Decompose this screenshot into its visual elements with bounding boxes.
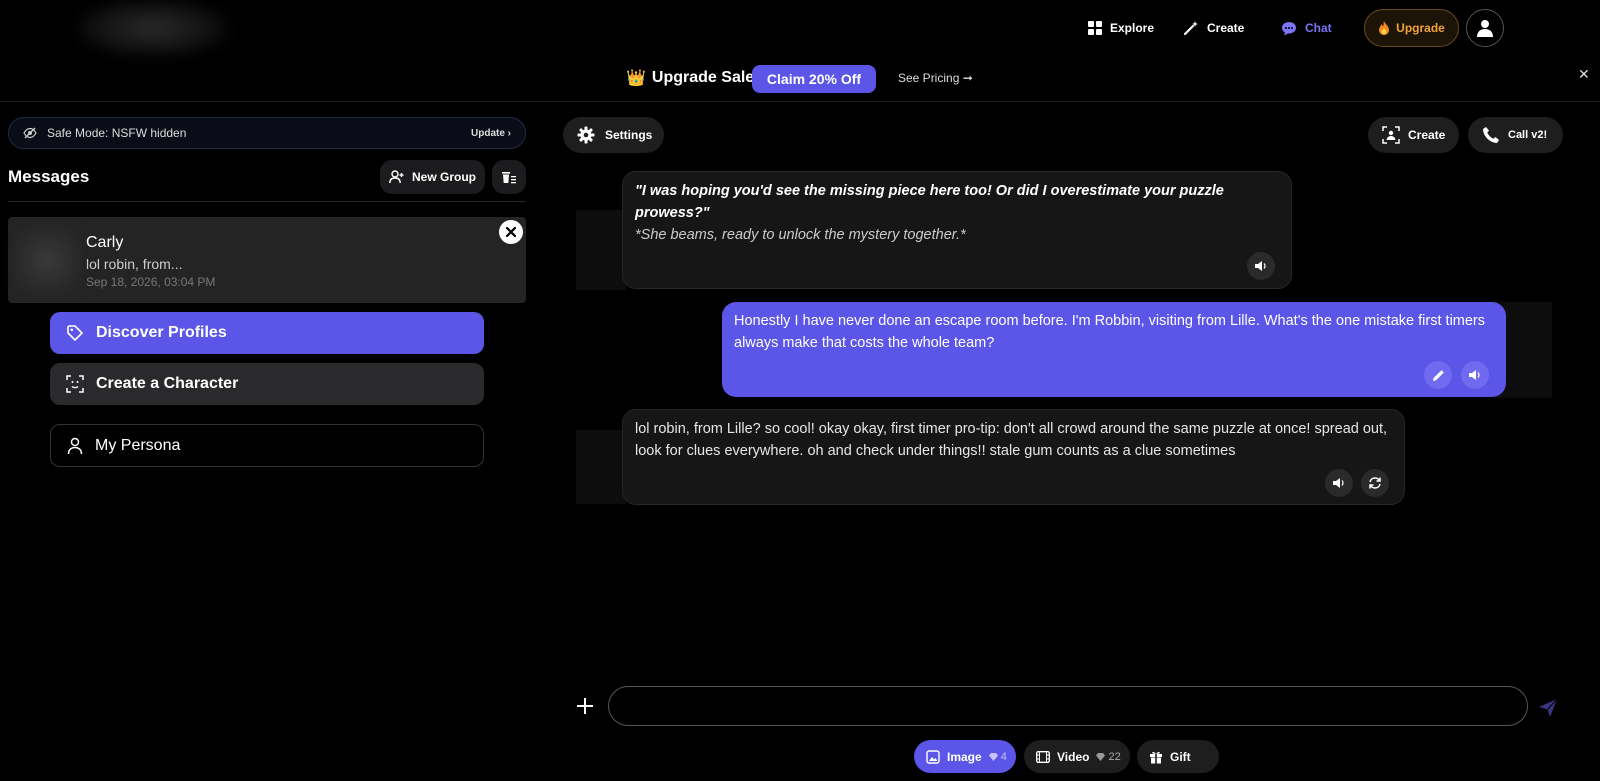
message-text: lol robin, from Lille? so cool! okay oka… bbox=[635, 421, 1388, 459]
nav-explore[interactable]: Explore bbox=[1088, 17, 1154, 39]
magic-wand-icon bbox=[1183, 20, 1199, 36]
user-icon bbox=[67, 437, 83, 455]
promo-close-icon[interactable]: ✕ bbox=[1578, 66, 1590, 83]
trash-icon bbox=[501, 170, 517, 184]
image-button[interactable]: Image 4 bbox=[914, 740, 1016, 773]
image-cost-value: 4 bbox=[1000, 750, 1007, 763]
gear-icon bbox=[577, 126, 595, 144]
gift-button[interactable]: Gift bbox=[1137, 740, 1219, 773]
new-group-label: New Group bbox=[411, 170, 476, 184]
add-user-icon bbox=[389, 170, 404, 184]
close-icon[interactable] bbox=[499, 220, 523, 244]
claim-discount-button[interactable]: Claim 20% Off bbox=[752, 65, 876, 93]
message-input[interactable] bbox=[608, 686, 1528, 726]
discover-profiles-button[interactable]: Discover Profiles bbox=[50, 312, 484, 354]
call-button[interactable]: Call v2! bbox=[1468, 117, 1563, 153]
create-character-button[interactable]: Create a Character bbox=[50, 363, 484, 405]
profile-button[interactable] bbox=[1466, 9, 1504, 47]
safe-mode-banner[interactable]: Safe Mode: NSFW hidden Update › bbox=[8, 117, 526, 149]
video-cost: 22 bbox=[1096, 750, 1121, 763]
gift-label: Gift bbox=[1170, 749, 1191, 764]
chat-bubble-icon bbox=[1281, 21, 1297, 36]
edit-icon[interactable] bbox=[1424, 361, 1452, 389]
discover-profiles-label: Discover Profiles bbox=[96, 324, 227, 341]
video-button[interactable]: Video 22 bbox=[1024, 740, 1130, 773]
delete-conversations-button[interactable] bbox=[492, 160, 526, 194]
grid-icon bbox=[1088, 21, 1102, 35]
conversation-preview: lol robin, from... bbox=[86, 256, 183, 272]
new-group-button[interactable]: New Group bbox=[380, 160, 485, 194]
user-icon bbox=[1477, 19, 1493, 37]
divider bbox=[0, 101, 1600, 102]
ai-avatar-blur bbox=[576, 210, 626, 290]
gift-icon bbox=[1149, 750, 1163, 764]
add-attachment-icon[interactable] bbox=[576, 697, 594, 715]
message-ai: lol robin, from Lille? so cool! okay oka… bbox=[622, 409, 1405, 505]
regenerate-icon[interactable] bbox=[1361, 469, 1389, 497]
face-scan-icon bbox=[66, 375, 84, 393]
upgrade-button[interactable]: Upgrade bbox=[1364, 9, 1459, 47]
call-label: Call v2! bbox=[1508, 129, 1548, 141]
logo[interactable] bbox=[78, 0, 228, 56]
crown-icon: 👑 bbox=[626, 70, 646, 87]
nav-chat[interactable]: Chat bbox=[1281, 17, 1332, 39]
film-icon bbox=[1036, 750, 1050, 763]
avatar bbox=[14, 225, 80, 295]
conversation-item[interactable]: Carly lol robin, from... Sep 18, 2026, 0… bbox=[8, 217, 526, 303]
message-text: Honestly I have never done an escape roo… bbox=[734, 313, 1486, 351]
speaker-icon[interactable] bbox=[1325, 469, 1353, 497]
message-text: *She beams, ready to unlock the mystery … bbox=[635, 227, 966, 243]
create-character-label: Create a Character bbox=[96, 375, 239, 392]
speaker-icon[interactable] bbox=[1247, 252, 1275, 280]
create-button[interactable]: Create bbox=[1368, 117, 1459, 153]
safe-mode-label: Safe Mode: NSFW hidden bbox=[47, 126, 187, 140]
gem-icon bbox=[988, 752, 998, 761]
message-user: Honestly I have never done an escape roo… bbox=[722, 302, 1506, 397]
flame-icon bbox=[1378, 21, 1390, 35]
settings-label: Settings bbox=[605, 128, 653, 142]
settings-button[interactable]: Settings bbox=[563, 117, 664, 153]
my-persona-label: My Persona bbox=[95, 436, 181, 454]
face-scan-icon bbox=[1382, 126, 1400, 144]
image-cost: 4 bbox=[988, 750, 1007, 763]
video-cost-value: 22 bbox=[1108, 750, 1121, 763]
conversation-timestamp: Sep 18, 2026, 03:04 PM bbox=[86, 275, 216, 289]
upgrade-label: Upgrade bbox=[1396, 21, 1445, 35]
phone-icon bbox=[1482, 126, 1500, 144]
promo-title-text: Upgrade Sale bbox=[651, 69, 755, 86]
image-label: Image bbox=[947, 749, 982, 764]
nav-chat-label: Chat bbox=[1305, 21, 1332, 35]
ai-avatar-blur bbox=[576, 430, 626, 504]
video-label: Video bbox=[1057, 749, 1090, 764]
divider bbox=[8, 201, 526, 202]
nav-explore-label: Explore bbox=[1110, 21, 1155, 35]
image-icon bbox=[926, 749, 940, 764]
messages-title: Messages bbox=[8, 167, 90, 186]
send-icon[interactable] bbox=[1538, 698, 1558, 718]
eye-off-icon bbox=[23, 127, 37, 139]
speaker-icon[interactable] bbox=[1461, 361, 1489, 389]
promo-banner-title: 👑 Upgrade Sale bbox=[626, 68, 754, 88]
message-text: "I was hoping you'd see the missing piec… bbox=[635, 183, 1224, 221]
nav-create[interactable]: Create bbox=[1183, 17, 1244, 39]
nav-create-label: Create bbox=[1207, 21, 1245, 35]
gem-icon bbox=[1096, 752, 1106, 761]
conversation-name: Carly bbox=[86, 234, 124, 251]
tag-icon bbox=[66, 324, 84, 342]
my-persona-button[interactable]: My Persona bbox=[50, 424, 484, 467]
safe-mode-update-link[interactable]: Update › bbox=[471, 128, 511, 139]
message-ai: "I was hoping you'd see the missing piec… bbox=[622, 171, 1292, 289]
see-pricing-link[interactable]: See Pricing ➞ bbox=[898, 71, 973, 85]
create-label: Create bbox=[1408, 128, 1446, 142]
